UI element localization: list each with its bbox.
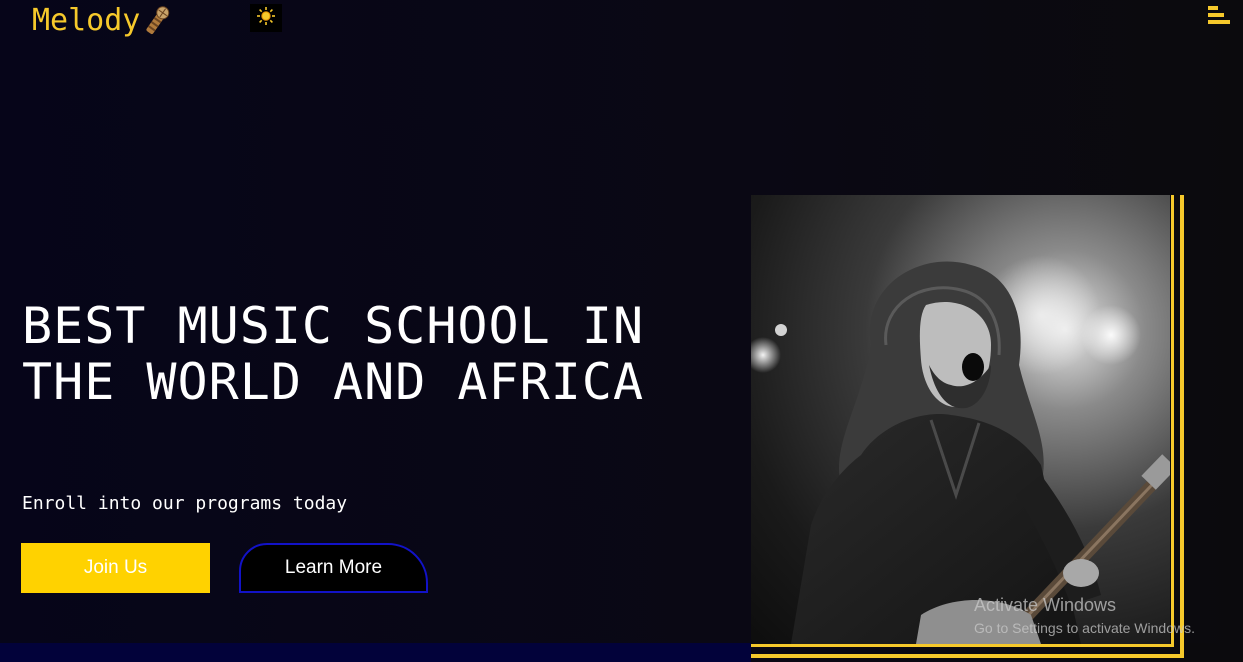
- activation-watermark: Activate Windows Go to Settings to activ…: [974, 594, 1195, 638]
- menu-bar-bottom: [1208, 20, 1230, 24]
- watermark-subtitle: Go to Settings to activate Windows.: [974, 620, 1195, 636]
- menu-bar-top: [1208, 6, 1218, 10]
- brand-name: Melody: [32, 3, 141, 38]
- theme-toggle-button[interactable]: [250, 4, 282, 32]
- frame-outer-border: [1180, 195, 1184, 658]
- section-divider: [0, 643, 751, 662]
- menu-bar-middle: [1208, 13, 1224, 17]
- brand-logo[interactable]: Melody: [32, 2, 172, 40]
- frame-outer-bottom: [751, 654, 1184, 658]
- frame-inner-border: [1171, 195, 1174, 647]
- learn-more-button[interactable]: Learn More: [239, 543, 428, 593]
- section-divider-right: [1184, 643, 1243, 662]
- hero-image-frame: [751, 195, 1184, 658]
- microphone-icon: [142, 3, 172, 39]
- frame-inner-bottom: [751, 644, 1174, 647]
- sun-icon: [256, 6, 276, 30]
- hero-title: BEST MUSIC SCHOOL IN THE WORLD AND AFRIC…: [22, 297, 645, 411]
- join-us-button[interactable]: Join Us: [21, 543, 210, 593]
- hamburger-menu-icon[interactable]: [1208, 6, 1230, 28]
- watermark-title: Activate Windows: [974, 595, 1117, 615]
- hero-image: [751, 195, 1170, 644]
- hero-subtitle: Enroll into our programs today: [22, 493, 348, 514]
